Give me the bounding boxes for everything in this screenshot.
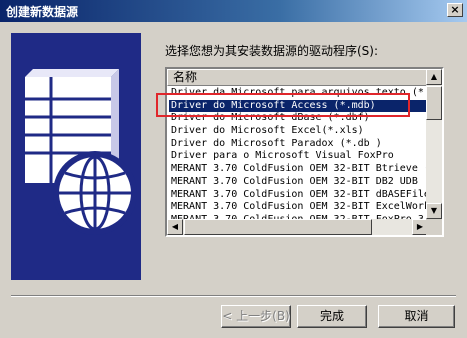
scrollbar-corner bbox=[426, 219, 442, 235]
annotation-highlight-box bbox=[156, 93, 410, 117]
vertical-scrollbar[interactable]: ▲ ▼ bbox=[426, 69, 442, 219]
close-button[interactable]: × bbox=[447, 3, 463, 17]
list-item[interactable]: MERANT 3.70 ColdFusion OEM 32-BIT Btriev… bbox=[169, 163, 427, 176]
scroll-up-icon[interactable]: ▲ bbox=[426, 69, 442, 85]
list-item[interactable]: Driver do Microsoft Excel(*.xls) bbox=[169, 125, 427, 138]
title-bar[interactable]: 创建新数据源 × bbox=[0, 0, 467, 22]
create-data-source-dialog: 创建新数据源 × 选择您想为其安装数据源的驱动程序(S): 名称 Driver … bbox=[0, 0, 467, 338]
horizontal-scroll-thumb[interactable] bbox=[184, 219, 372, 235]
horizontal-scrollbar[interactable]: ◀ ▶ bbox=[167, 219, 428, 235]
list-item[interactable]: MERANT 3.70 ColdFusion OEM 32-BIT ExcelW… bbox=[169, 201, 427, 214]
back-button[interactable]: < 上一步(B) bbox=[221, 305, 291, 328]
scroll-down-icon[interactable]: ▼ bbox=[426, 203, 442, 219]
scroll-left-icon[interactable]: ◀ bbox=[167, 219, 183, 235]
separator-line bbox=[11, 295, 456, 297]
close-icon: × bbox=[450, 3, 460, 16]
instruction-label: 选择您想为其安装数据源的驱动程序(S): bbox=[165, 44, 379, 58]
cancel-button[interactable]: 取消 bbox=[378, 305, 455, 328]
window-title: 创建新数据源 bbox=[6, 5, 79, 19]
list-item[interactable]: MERANT 3.70 ColdFusion OEM 32-BIT dBASEF… bbox=[169, 189, 427, 202]
vertical-scroll-thumb[interactable] bbox=[426, 86, 442, 120]
database-globe-icon bbox=[11, 33, 141, 280]
finish-button[interactable]: 完成 bbox=[297, 305, 367, 328]
list-item[interactable]: Driver para o Microsoft Visual FoxPro bbox=[169, 150, 427, 163]
list-item[interactable]: Driver do Microsoft Paradox (*.db ) bbox=[169, 138, 427, 151]
list-item[interactable]: MERANT 3.70 ColdFusion OEM 32-BIT DB2 UD… bbox=[169, 176, 427, 189]
column-header-name[interactable]: 名称 bbox=[167, 69, 428, 86]
wizard-illustration bbox=[11, 33, 141, 280]
